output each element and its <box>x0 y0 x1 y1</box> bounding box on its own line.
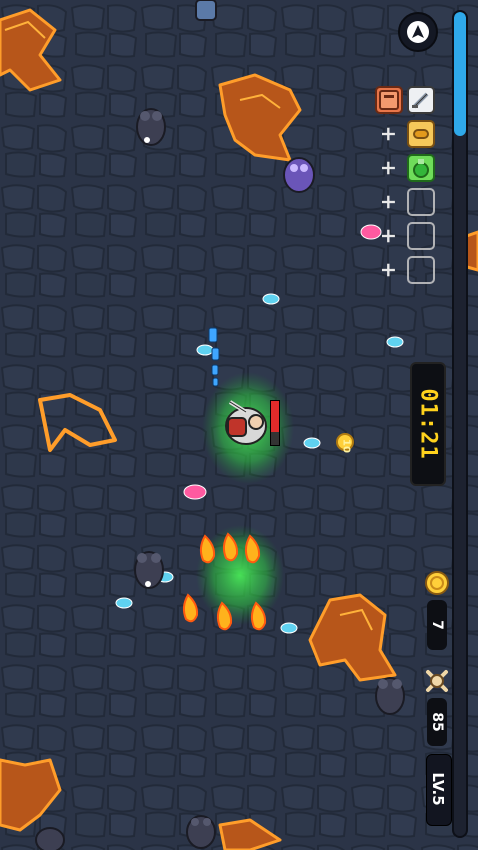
blue-gem <box>196 344 214 356</box>
damage-text <box>212 377 219 387</box>
flame-projectile <box>216 601 233 631</box>
enemy-rat <box>32 822 68 850</box>
green-potion-icon <box>413 159 429 178</box>
enemy-rat <box>133 104 169 150</box>
damage-text <box>208 327 218 343</box>
blue-gem <box>280 622 298 634</box>
skill-slot-sword[interactable] <box>407 86 435 114</box>
enemy-bat <box>280 154 318 196</box>
damage-text <box>211 364 219 376</box>
kill-count: 85 <box>429 712 445 732</box>
player-character <box>218 400 274 448</box>
coin-count: 7 <box>429 620 445 630</box>
game-screen: 10 + + + + + 01:21 7 85 LV.5 <box>0 0 478 850</box>
blue-gem <box>115 597 133 609</box>
level-text: LV.5 <box>429 772 447 806</box>
sword-icon <box>412 92 429 109</box>
flame-projectile <box>244 534 261 564</box>
enemy-rat <box>130 546 168 594</box>
skill-slot-bullet[interactable] <box>407 120 435 148</box>
add-skill-button[interactable]: + <box>377 190 401 214</box>
experience-bar-fill <box>454 12 466 136</box>
blue-gem <box>303 437 321 449</box>
skill-slot-empty[interactable] <box>407 188 435 216</box>
pickup-text: 10 <box>340 439 352 453</box>
flame-projectile <box>182 593 199 623</box>
damage-text <box>211 347 220 361</box>
skill-slot-spellbook[interactable] <box>375 86 403 114</box>
player-health-bar <box>270 400 280 446</box>
skill-slot-empty[interactable] <box>407 256 435 284</box>
enemy-rat <box>183 808 219 850</box>
pink-gem <box>183 484 207 500</box>
spellbook-icon <box>379 90 399 110</box>
enemy-rat <box>372 672 408 720</box>
skill-slot-potion[interactable] <box>407 154 435 182</box>
experience-bar <box>452 10 468 838</box>
pause-button[interactable] <box>398 12 438 52</box>
timer-text: 01:21 <box>415 388 441 460</box>
flame-projectile <box>250 601 267 631</box>
skull-icon <box>424 668 450 694</box>
blue-gem <box>262 293 280 305</box>
add-skill-button[interactable]: + <box>377 224 401 248</box>
flame-projectile <box>222 532 239 562</box>
add-skill-button[interactable]: + <box>377 156 401 180</box>
skill-slot-empty[interactable] <box>407 222 435 250</box>
flame-projectile <box>199 534 216 564</box>
pause-icon <box>407 21 429 43</box>
bullet-icon <box>413 129 429 139</box>
coin-icon <box>424 570 450 596</box>
enemy-knight <box>192 0 220 24</box>
timer-panel: 01:21 <box>410 362 446 486</box>
add-skill-button[interactable]: + <box>377 122 401 146</box>
blue-gem <box>386 336 404 348</box>
add-skill-button[interactable]: + <box>377 258 401 282</box>
